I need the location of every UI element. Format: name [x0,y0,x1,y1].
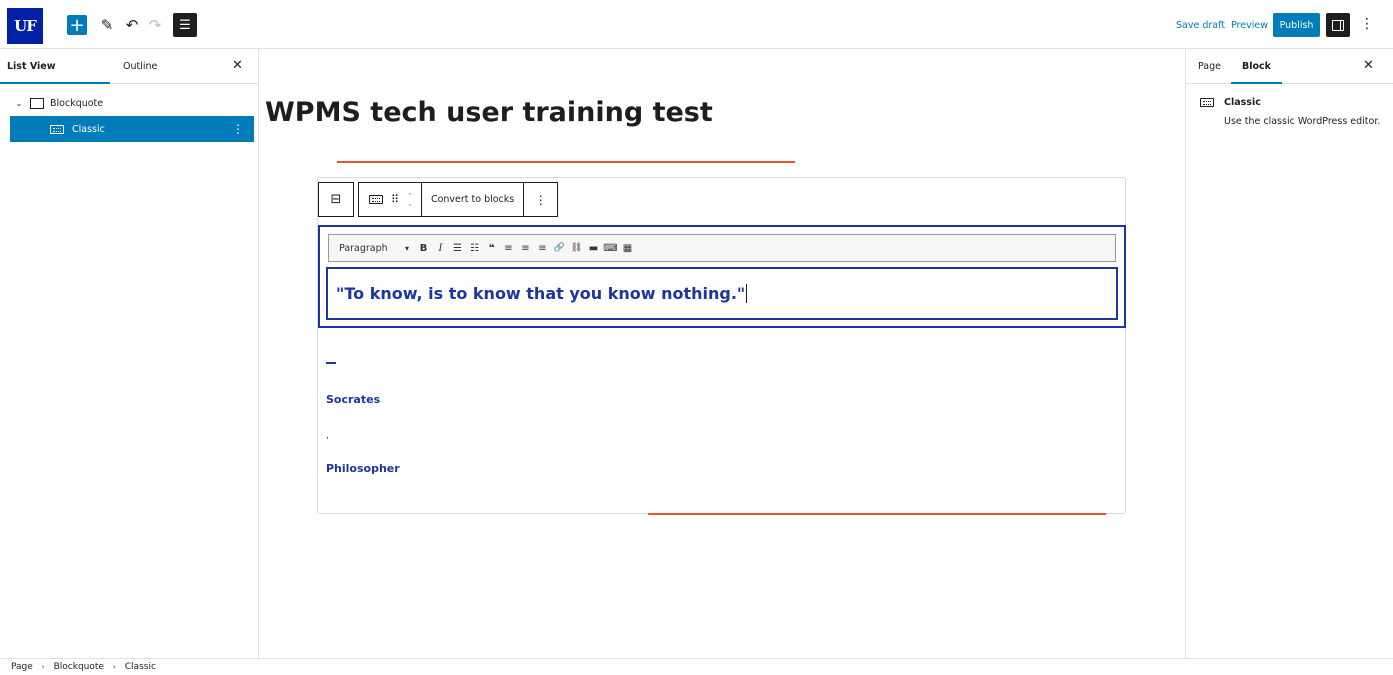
link-icon[interactable]: 🔗 [551,238,568,258]
block-card-title: Classic [1224,97,1261,108]
blockquote-button[interactable]: ❝ [483,238,500,258]
drag-handle-icon[interactable]: ⠿ [387,183,403,216]
top-orange-divider [337,161,795,163]
list-item-blockquote[interactable]: ⌄ Blockquote [10,90,254,116]
options-more-icon[interactable]: ⋮ [1360,16,1374,32]
keyboard-icon [369,195,383,204]
editor-canvas: WPMS tech user training test ⊟ ⠿ ⌃ ⌄ Con… [260,49,1185,658]
move-down-icon[interactable]: ⌄ [407,200,413,208]
close-icon[interactable]: ✕ [1363,58,1374,73]
page-title[interactable]: WPMS tech user training test [265,97,713,128]
breadcrumb-classic[interactable]: Classic [125,662,156,672]
bottom-orange-divider [648,513,1106,515]
keyboard-icon [1200,98,1214,107]
chevron-right-icon: › [113,663,116,671]
chevron-down-icon: ▾ [405,244,409,253]
align-left-button[interactable]: ≡ [500,238,517,258]
tab-outline[interactable]: Outline [123,61,157,72]
select-parent-icon[interactable]: ⊟ [319,183,353,216]
quote-text[interactable]: "To know, is to know that you know nothi… [336,284,745,303]
document-overview-button[interactable]: ☰ [173,13,197,37]
keyboard-icon [50,125,64,134]
format-select[interactable]: Paragraph ▾ [333,238,415,258]
convert-to-blocks-button[interactable]: Convert to blocks [421,183,523,216]
list-item-classic[interactable]: Classic ⋮ [10,116,254,142]
chevron-down-icon[interactable]: ⌄ [12,99,26,108]
block-card-description: Use the classic WordPress editor. [1224,116,1380,127]
close-icon[interactable]: ✕ [232,58,243,73]
site-logo[interactable]: UF [7,8,43,44]
preview-button[interactable]: Preview [1231,20,1268,31]
undo-icon[interactable]: ↶ [120,13,144,37]
classic-content-area[interactable]: "To know, is to know that you know nothi… [326,267,1118,320]
classic-block[interactable]: Paragraph ▾ B I ☰ ☷ ❝ ≡ ≡ ≡ 🔗 ⛓ ▬ ⌨ ▦ "T… [318,225,1126,328]
sidebar-icon [1332,20,1344,31]
citation-comma: , [326,431,329,441]
blockquote-icon [30,98,44,109]
text-caret [746,284,747,303]
chevron-right-icon: › [42,663,45,671]
sidebar-tabs: Page Block ✕ [1186,49,1393,84]
block-options-icon[interactable]: ⋮ [523,183,557,216]
numbered-list-button[interactable]: ☷ [466,238,483,258]
format-select-value: Paragraph [339,243,388,254]
editor-header: UF + ✎ ↶ ↷ ☰ Save draft Preview Publish … [0,0,1393,49]
italic-button[interactable]: I [432,238,449,258]
tab-page[interactable]: Page [1198,61,1221,72]
move-controls[interactable]: ⌃ ⌄ [403,183,421,216]
breadcrumb: Page › Blockquote › Classic [0,658,1393,675]
bullet-list-button[interactable]: ☰ [449,238,466,258]
read-more-button[interactable]: ▬ [585,238,602,258]
block-controls-group: ⠿ ⌃ ⌄ Convert to blocks ⋮ [358,182,558,217]
list-view-panel: List View Outline ✕ ⌄ Blockquote Classic… [0,49,259,658]
citation-name[interactable]: Socrates [326,393,380,406]
block-toolbar: ⊟ ⠿ ⌃ ⌄ Convert to blocks ⋮ [318,182,558,217]
list-item-label: Blockquote [50,98,103,109]
save-draft-button[interactable]: Save draft [1176,20,1225,31]
keyboard-shortcuts-button[interactable]: ▦ [619,238,636,258]
tools-pen-icon[interactable]: ✎ [95,13,119,37]
breadcrumb-blockquote[interactable]: Blockquote [54,662,104,672]
classic-toolbar: Paragraph ▾ B I ☰ ☷ ❝ ≡ ≡ ≡ 🔗 ⛓ ▬ ⌨ ▦ [328,234,1116,262]
list-item-label: Classic [72,124,105,135]
settings-sidebar: Page Block ✕ Classic Use the classic Wor… [1185,49,1393,658]
breadcrumb-page[interactable]: Page [11,662,33,672]
tab-list-view[interactable]: List View [7,61,55,72]
add-block-button[interactable]: + [67,15,87,35]
block-type-button[interactable] [359,183,387,216]
settings-toggle-button[interactable] [1326,13,1350,37]
publish-button[interactable]: Publish [1273,13,1320,37]
toolbar-toggle-button[interactable]: ⌨ [602,238,619,258]
tab-block[interactable]: Block [1242,61,1271,72]
align-right-button[interactable]: ≡ [534,238,551,258]
unlink-icon[interactable]: ⛓ [568,238,585,258]
citation-role[interactable]: Philosopher [326,462,400,475]
left-panel-tabs: List View Outline ✕ [0,49,258,84]
redo-icon[interactable]: ↷ [143,13,167,37]
align-center-button[interactable]: ≡ [517,238,534,258]
more-options-icon[interactable]: ⋮ [232,122,244,136]
citation-dash [326,362,336,364]
move-up-icon[interactable]: ⌃ [407,192,413,200]
bold-button[interactable]: B [415,238,432,258]
parent-select-group: ⊟ [318,182,354,217]
